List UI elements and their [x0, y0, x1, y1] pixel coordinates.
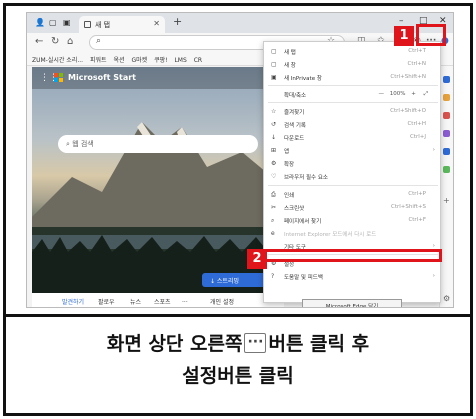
step-1-badge: 1 — [394, 26, 414, 46]
extensions-icon: ⚙ — [271, 160, 277, 167]
menu-item-screenshot[interactable]: ✂ 스크린샷 Ctrl+Shift+S — [264, 202, 440, 213]
favorite-item[interactable]: CR — [194, 57, 202, 64]
sidebar-settings-icon[interactable]: ⚙ — [443, 294, 450, 303]
mountain-image — [32, 122, 284, 307]
favorite-item[interactable]: 피워트 — [90, 55, 107, 64]
shopping-icon[interactable] — [443, 94, 450, 101]
zoom-value: 100% — [389, 91, 406, 97]
menu-divider — [268, 185, 438, 186]
personalize-button[interactable]: 개인 설정 — [210, 297, 234, 306]
menu-divider — [268, 85, 438, 86]
menu-item-history[interactable]: ↺ 검색 기록 Ctrl+H — [264, 119, 440, 130]
tab-close-icon[interactable]: ✕ — [153, 19, 160, 28]
scissors-icon: ✂ — [271, 204, 277, 211]
refresh-icon[interactable]: ↻ — [51, 36, 59, 47]
games-icon[interactable] — [443, 130, 450, 137]
web-search-input[interactable]: ⌕ 웹 검색 — [58, 135, 258, 153]
print-icon: ⎙ — [271, 191, 276, 198]
zoom-controls: — 100% + ⤢ — [379, 91, 429, 98]
menu-item-zoom: 확대/축소 — 100% + ⤢ — [284, 91, 429, 99]
fullscreen-icon[interactable]: ⤢ — [424, 91, 428, 97]
menu-item-new-window[interactable]: ▢ 새 창 Ctrl+N — [264, 59, 440, 70]
apps-icon: ⊞ — [271, 147, 277, 154]
tools-icon[interactable] — [443, 112, 450, 119]
brand-title: Microsoft Start — [68, 73, 136, 82]
outlook-icon[interactable] — [443, 166, 450, 173]
tab-title: 새 탭 — [95, 21, 111, 29]
tab-follow[interactable]: 팔로우 — [98, 297, 115, 306]
favorite-item[interactable]: LMS — [174, 57, 186, 64]
inline-more-button-icon: ··· — [244, 332, 267, 353]
menu-item-favorites[interactable]: ☆ 즐겨찾기 Ctrl+Shift+O — [264, 106, 440, 117]
find-icon: ⌕ — [271, 217, 275, 224]
tab-bar: 👤 ▢ ▣ 새 탭 ✕ + – □ ✕ — [27, 13, 453, 33]
menu-item-print[interactable]: ⎙ 인쇄 Ctrl+P — [264, 189, 440, 200]
caption-line-1: 화면 상단 오른쪽 ··· 버튼 클릭 후 — [106, 332, 370, 355]
zoom-in-button[interactable]: + — [411, 91, 416, 97]
highlight-settings-item — [251, 249, 442, 262]
tab-news[interactable]: 뉴스 — [130, 297, 141, 306]
menu-divider — [268, 102, 438, 103]
menu-item-new-tab[interactable]: ▢ 새 탭 Ctrl+T — [264, 46, 440, 57]
chevron-right-icon: › — [432, 147, 435, 153]
menu-item-help[interactable]: ? 도움말 및 피드백 › — [264, 271, 440, 282]
new-tab-button[interactable]: + — [173, 15, 182, 28]
search-icon: ⌕ — [96, 36, 102, 46]
content-header: ⋮⋮ Microsoft Start — [32, 67, 284, 89]
chevron-right-icon: › — [432, 273, 435, 279]
workspaces-icon[interactable]: ▢ — [49, 18, 57, 27]
tab-more[interactable]: ... — [182, 297, 188, 304]
favorite-item[interactable]: 쿠팡! — [154, 55, 167, 64]
ie-icon: e — [271, 230, 275, 237]
caption-line-2: 설정버튼 클릭 — [182, 365, 294, 387]
close-edge-button[interactable]: Microsoft Edge 닫기 — [302, 299, 402, 307]
menu-item-find[interactable]: ⌕ 페이지에서 찾기 Ctrl+F — [264, 215, 440, 226]
favorite-item[interactable]: G마켓 — [131, 55, 147, 64]
menu-item-apps[interactable]: ⊞ 앱 › — [264, 145, 440, 156]
favorite-item[interactable]: 옥션 — [113, 55, 124, 64]
new-tab-icon: ▢ — [271, 48, 277, 55]
minimize-button[interactable]: – — [399, 16, 404, 26]
profile-icon[interactable]: 👤 — [35, 18, 45, 27]
feed-tabs: 발견하기 팔로우 뉴스 스포츠 ... 개인 설정 — [32, 293, 284, 307]
new-tab-page: ⋮⋮ Microsoft Start ⌕ 웹 검색 ↓ 스트리밍 발견하기 팔로… — [32, 67, 284, 307]
help-icon: ? — [271, 273, 275, 280]
microsoft-logo-icon — [54, 73, 64, 83]
back-icon[interactable]: ← — [35, 36, 43, 47]
menu-item-inprivate[interactable]: ▣ 새 InPrivate 창 Ctrl+Shift+N — [264, 72, 440, 83]
highlight-menu-button — [416, 24, 446, 46]
menu-item-extensions[interactable]: ⚙ 확장 — [264, 158, 440, 169]
menu-item-ie-mode: e Internet Explorer 모드에서 다시 로드 — [271, 230, 377, 238]
history-icon: ↺ — [271, 121, 277, 128]
zoom-out-button[interactable]: — — [379, 91, 385, 97]
office-icon[interactable] — [443, 148, 450, 155]
favorite-item[interactable]: ZUM-실시간 소리... — [32, 55, 83, 64]
browser-screenshot: 👤 ▢ ▣ 새 탭 ✕ + – □ ✕ ← ↻ ⌂ ⌕ ☆ ◫ ✩ ⧉ ◉ — [26, 12, 454, 308]
new-window-icon: ▢ — [271, 61, 277, 68]
heart-icon: ♡ — [271, 173, 277, 180]
tab-actions-icon[interactable]: ▣ — [63, 18, 71, 27]
home-icon[interactable]: ⌂ — [67, 36, 73, 47]
caption-divider — [6, 314, 470, 317]
instruction-caption: 화면 상단 오른쪽 ··· 버튼 클릭 후 설정버튼 클릭 — [6, 328, 470, 392]
edge-sidebar: + ⚙ — [439, 66, 453, 307]
settings-and-more-menu: ▢ 새 탭 Ctrl+T ▢ 새 창 Ctrl+N ▣ 새 InPrivate … — [263, 41, 441, 307]
menu-item-downloads[interactable]: ↓ 다운로드 Ctrl+J — [264, 132, 440, 143]
tab-new-tab[interactable]: 새 탭 ✕ — [79, 16, 165, 33]
step-2-badge: 2 — [247, 249, 267, 269]
menu-item-browser-essentials[interactable]: ♡ 브라우저 필수 요소 — [264, 171, 440, 182]
search-sidebar-icon[interactable] — [443, 76, 450, 83]
tab-sports[interactable]: 스포츠 — [154, 297, 171, 306]
tutorial-frame: 👤 ▢ ▣ 새 탭 ✕ + – □ ✕ ← ↻ ⌂ ⌕ ☆ ◫ ✩ ⧉ ◉ — [3, 3, 473, 416]
add-icon[interactable]: + — [443, 196, 450, 205]
inprivate-icon: ▣ — [271, 74, 277, 81]
star-icon: ☆ — [271, 108, 277, 115]
tab-page-icon — [84, 21, 91, 28]
search-placeholder: 웹 검색 — [72, 140, 94, 148]
tab-discover[interactable]: 발견하기 — [62, 297, 84, 306]
download-icon: ↓ — [271, 134, 277, 141]
